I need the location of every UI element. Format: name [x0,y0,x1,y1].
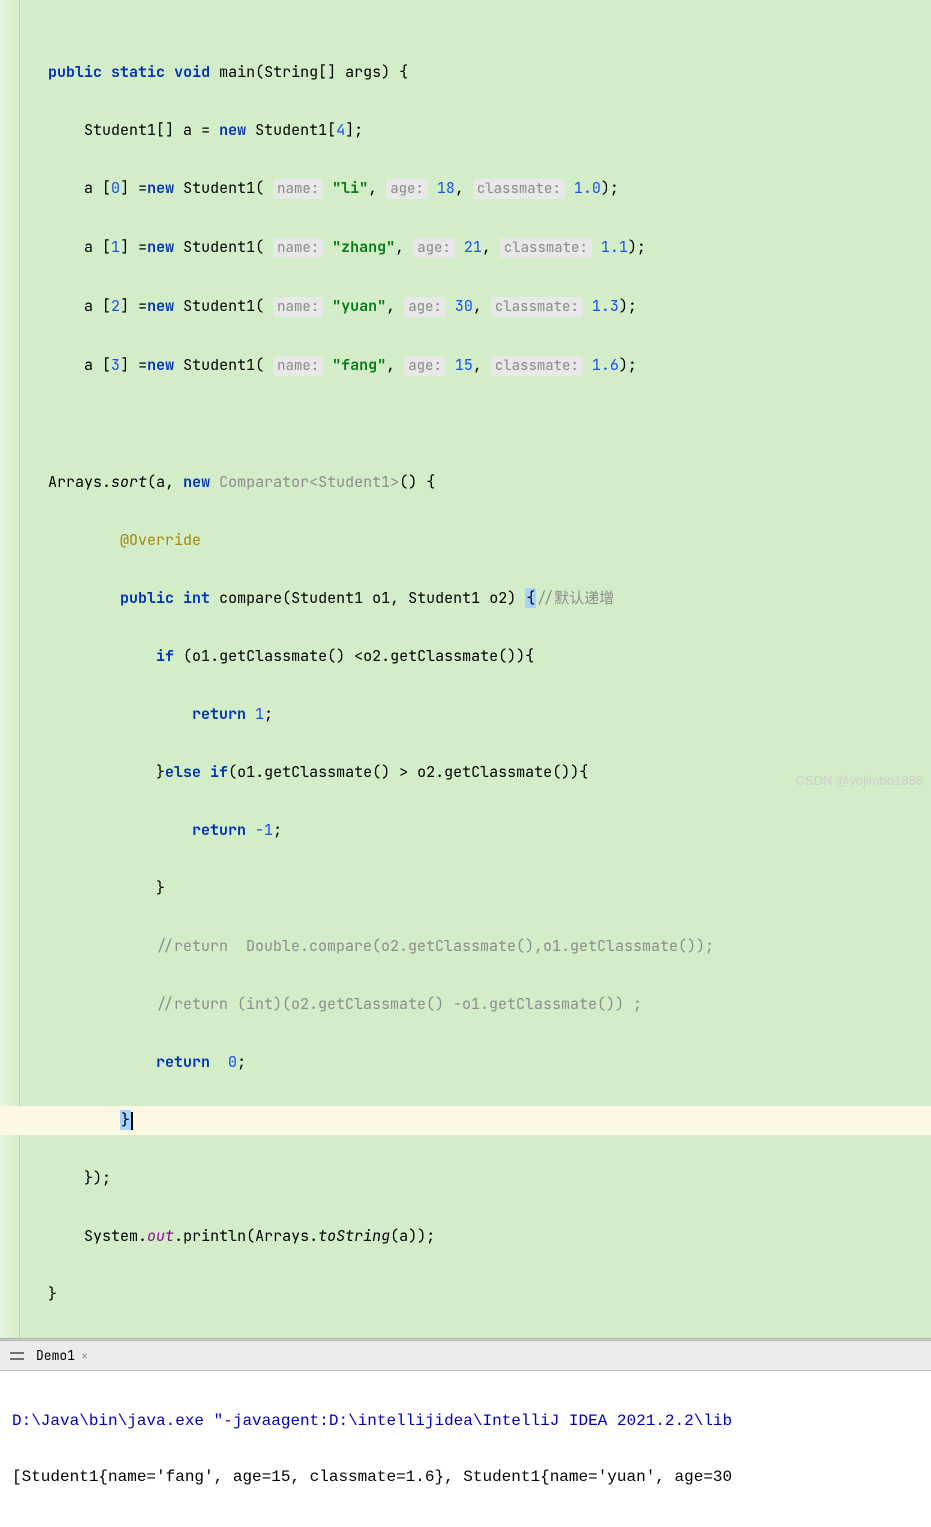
code-line: a [2] =new Student1( name: "yuan", age: … [0,292,931,322]
code-editor[interactable]: public static void main(String[] args) {… [0,0,931,1338]
code-line: } [0,1280,931,1309]
code-line: System.out.println(Arrays.toString(a)); [0,1222,931,1251]
code-line-active: } [0,1106,931,1135]
close-icon[interactable]: × [81,1348,88,1364]
tab-icon [8,1349,26,1363]
watermark: CSDN @yojimbo1886 [796,773,923,788]
code-line: //return (int)(o2.getClassmate() -o1.get… [0,990,931,1019]
code-line: Student1[] a = new Student1[4]; [0,116,931,145]
code-line: }); [0,1164,931,1193]
code-line: Arrays.sort(a, new Comparator<Student1>(… [0,468,931,497]
console-line: [Student1{name='fang', age=15, classmate… [12,1463,919,1491]
code-line: public static void main(String[] args) { [0,58,931,87]
code-line: return 1; [0,700,931,729]
code-line: //return Double.compare(o2.getClassmate(… [0,932,931,961]
code-line: }else if(o1.getClassmate() > o2.getClass… [0,758,931,787]
code-line: return -1; [0,816,931,845]
code-line: } [0,874,931,903]
tab-demo1[interactable]: Demo1 × [26,1343,98,1368]
console-line: D:\Java\bin\java.exe "-javaagent:D:\inte… [12,1407,919,1435]
run-tabbar: Demo1 × [0,1341,931,1371]
code-line: public int compare(Student1 o1, Student1… [0,584,931,613]
code-line: a [0] =new Student1( name: "li", age: 18… [0,174,931,204]
console-output[interactable]: D:\Java\bin\java.exe "-javaagent:D:\inte… [0,1371,931,1527]
code-line: a [3] =new Student1( name: "fang", age: … [0,351,931,381]
code-line [0,410,931,439]
tab-label: Demo1 [36,1347,75,1364]
code-line: return 0; [0,1048,931,1077]
code-line: if (o1.getClassmate() <o2.getClassmate()… [0,642,931,671]
code-line: @Override [0,526,931,555]
code-line: a [1] =new Student1( name: "zhang", age:… [0,233,931,263]
